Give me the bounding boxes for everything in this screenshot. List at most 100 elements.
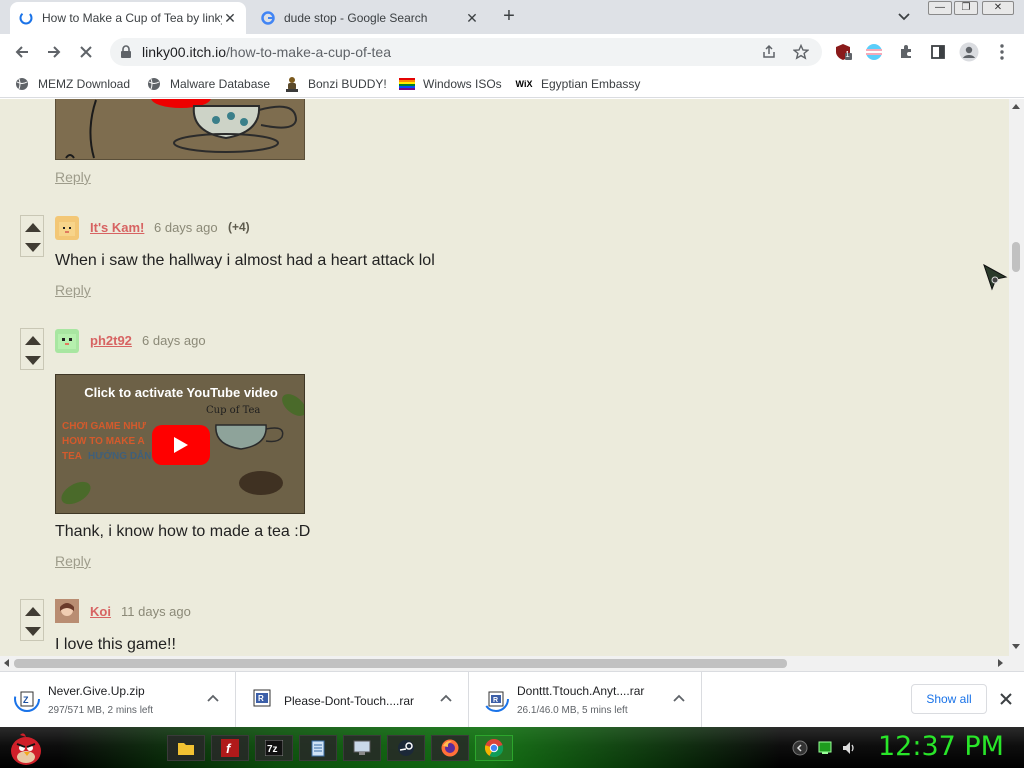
comment-image-tea-cup[interactable]: [55, 99, 305, 160]
vote-buttons: [20, 599, 44, 641]
taskbar-flash[interactable]: f: [211, 735, 249, 761]
avatar-its-kam[interactable]: [55, 216, 79, 240]
comment-timestamp[interactable]: 11 days ago: [121, 604, 191, 619]
forward-button[interactable]: [42, 40, 66, 64]
vertical-scrollbar[interactable]: [1009, 99, 1024, 656]
downvote-arrow-icon[interactable]: [25, 356, 41, 365]
scroll-left-arrow-icon[interactable]: [4, 659, 9, 667]
google-favicon-icon: [260, 10, 276, 26]
chevron-up-icon[interactable]: [672, 692, 686, 706]
taskbar-chrome[interactable]: [475, 735, 513, 761]
shield-extension-icon[interactable]: 1: [832, 41, 854, 63]
taskbar-remote-desktop[interactable]: [343, 735, 381, 761]
minimize-button[interactable]: —: [928, 1, 952, 15]
taskbar-firefox[interactable]: [431, 735, 469, 761]
bookmark-egyptian-embassy[interactable]: WiX Egyptian Embassy: [515, 75, 641, 93]
tray-network-icon[interactable]: [817, 740, 833, 756]
vote-buttons: [20, 215, 44, 257]
download-item-please-dont-touch[interactable]: R Please-Dont-Touch....rar: [236, 672, 469, 728]
upvote-arrow-icon[interactable]: [25, 607, 41, 616]
downvote-arrow-icon[interactable]: [25, 243, 41, 252]
youtube-activate-label[interactable]: Click to activate YouTube video: [56, 385, 304, 400]
url-text[interactable]: linky00.itch.io/how-to-make-a-cup-of-tea: [142, 44, 391, 60]
profile-avatar-icon[interactable]: [958, 41, 980, 63]
video-text-line3: TEA: [62, 451, 82, 462]
vertical-scroll-thumb[interactable]: [1012, 242, 1020, 272]
scroll-up-arrow-icon[interactable]: [1012, 104, 1020, 109]
tab-google-search[interactable]: dude stop - Google Search ✕: [252, 2, 488, 34]
stop-loading-button[interactable]: [74, 40, 98, 64]
chevron-up-icon[interactable]: [206, 692, 220, 706]
comment-username[interactable]: Koi: [90, 604, 111, 619]
share-icon[interactable]: [758, 41, 780, 63]
tab-search-chevron-icon[interactable]: [896, 8, 912, 24]
comment-timestamp[interactable]: 6 days ago: [142, 333, 206, 348]
horizontal-scrollbar[interactable]: [0, 656, 1024, 671]
upvote-arrow-icon[interactable]: [25, 223, 41, 232]
comment-body: When i saw the hallway i almost had a he…: [55, 252, 435, 269]
downvote-arrow-icon[interactable]: [25, 627, 41, 636]
upvote-arrow-icon[interactable]: [25, 336, 41, 345]
extensions-puzzle-icon[interactable]: [895, 41, 917, 63]
bookmark-memz-download[interactable]: MEMZ Download: [14, 75, 130, 93]
comment-username[interactable]: It's Kam!: [90, 220, 144, 235]
comment-body: I love this game!!: [55, 636, 176, 653]
comment-username[interactable]: ph2t92: [90, 333, 132, 348]
reply-link[interactable]: Reply: [55, 282, 91, 298]
show-all-downloads-button[interactable]: Show all: [911, 684, 987, 714]
mouse-cursor-icon: [982, 263, 1009, 291]
bookmark-bonzi-buddy[interactable]: Bonzi BUDDY!: [284, 75, 387, 93]
itch-comments-page: Reply It's Kam! 6 days ago (+4) When i s…: [0, 99, 1009, 656]
taskbar-7zip[interactable]: 7z: [255, 735, 293, 761]
menu-kebab-icon[interactable]: [991, 41, 1013, 63]
youtube-embed[interactable]: Cup of Tea Click to activate YouTube vid…: [55, 374, 305, 514]
taskbar-clock[interactable]: 12:37 PM: [878, 731, 1004, 762]
browser-toolbar: linky00.itch.io/how-to-make-a-cup-of-tea…: [0, 34, 1024, 70]
tab-close-icon[interactable]: ✕: [222, 10, 238, 26]
video-text-line3b: HƯỚNG DẪN: [88, 451, 152, 462]
rar-file-icon: R: [483, 686, 509, 712]
download-item-donttt-ttouch[interactable]: R Donttt.Ttouch.Anyt....rar 26.1/46.0 MB…: [469, 672, 702, 728]
loading-favicon-icon: [18, 10, 34, 26]
window-close-button[interactable]: ✕: [982, 1, 1014, 15]
rainbow-flag-icon: [399, 76, 415, 92]
download-filename: Please-Dont-Touch....rar: [284, 694, 415, 708]
address-bar[interactable]: linky00.itch.io/how-to-make-a-cup-of-tea: [110, 38, 822, 66]
bookmark-malware-database[interactable]: Malware Database: [146, 75, 270, 93]
horizontal-scroll-thumb[interactable]: [14, 659, 787, 668]
comment-timestamp[interactable]: 6 days ago: [154, 220, 218, 235]
start-button-angry-bird-icon[interactable]: [6, 729, 46, 767]
lock-icon[interactable]: [120, 45, 132, 62]
tab-close-icon[interactable]: ✕: [464, 10, 480, 26]
pride-extension-icon[interactable]: [863, 41, 885, 63]
reply-link[interactable]: Reply: [55, 169, 91, 185]
restore-button[interactable]: ❐: [954, 1, 978, 15]
avatar-ph2t92[interactable]: [55, 329, 79, 353]
globe-icon: [14, 76, 30, 92]
tab-how-to-make-tea[interactable]: How to Make a Cup of Tea by linky00 ✕: [10, 2, 246, 34]
scroll-right-arrow-icon[interactable]: [998, 659, 1003, 667]
comment-score: (+4): [228, 220, 250, 234]
taskbar-file-explorer[interactable]: [167, 735, 205, 761]
bookmark-star-icon[interactable]: [790, 41, 812, 63]
download-shelf: Z Never.Give.Up.zip 297/571 MB, 2 mins l…: [0, 671, 1024, 728]
taskbar-notepad[interactable]: [299, 735, 337, 761]
tab-strip: How to Make a Cup of Tea by linky00 ✕ du…: [0, 0, 1024, 34]
chevron-up-icon[interactable]: [439, 692, 453, 706]
svg-text:Z: Z: [23, 695, 29, 705]
tray-volume-icon[interactable]: [841, 740, 857, 756]
scroll-down-arrow-icon[interactable]: [1012, 644, 1020, 649]
side-panel-icon[interactable]: [927, 41, 949, 63]
bookmark-windows-isos[interactable]: Windows ISOs: [399, 75, 502, 93]
tray-chevron-icon[interactable]: [792, 740, 808, 756]
back-button[interactable]: [10, 40, 34, 64]
rar-file-icon: R: [250, 686, 276, 712]
new-tab-button[interactable]: +: [497, 6, 521, 28]
download-item-never-give-up[interactable]: Z Never.Give.Up.zip 297/571 MB, 2 mins l…: [0, 672, 236, 728]
close-download-shelf-icon[interactable]: [997, 690, 1015, 708]
reply-link[interactable]: Reply: [55, 553, 91, 569]
avatar-koi[interactable]: [55, 599, 79, 623]
tab-title: dude stop - Google Search: [284, 11, 428, 25]
youtube-play-icon[interactable]: [152, 425, 210, 465]
taskbar-steam[interactable]: [387, 735, 425, 761]
